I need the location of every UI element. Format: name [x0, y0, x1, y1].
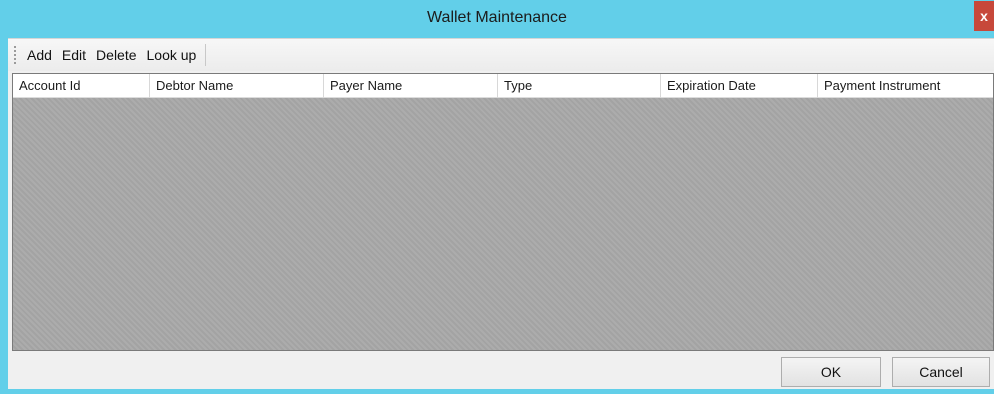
- list-header: Account Id Debtor Name Payer Name Type E…: [13, 74, 993, 98]
- delete-button[interactable]: Delete: [91, 44, 141, 66]
- look-up-button[interactable]: Look up: [142, 44, 202, 66]
- column-header-type[interactable]: Type: [498, 74, 661, 98]
- add-button[interactable]: Add: [22, 44, 57, 66]
- toolbar-separator: [205, 44, 207, 66]
- dialog-body: Add Edit Delete Look up Account Id Debto…: [8, 38, 994, 389]
- close-button[interactable]: x: [974, 1, 994, 31]
- wallet-list[interactable]: Account Id Debtor Name Payer Name Type E…: [12, 73, 994, 351]
- column-header-payment-instrument[interactable]: Payment Instrument: [818, 74, 993, 98]
- edit-button[interactable]: Edit: [57, 44, 91, 66]
- title-bar[interactable]: Wallet Maintenance x: [0, 0, 994, 38]
- column-header-account-id[interactable]: Account Id: [13, 74, 150, 98]
- column-header-payer-name[interactable]: Payer Name: [324, 74, 498, 98]
- button-bar: OK Cancel: [8, 351, 994, 389]
- ok-button[interactable]: OK: [781, 357, 881, 387]
- toolbar-grip-icon[interactable]: [14, 46, 22, 64]
- column-header-debtor-name[interactable]: Debtor Name: [150, 74, 324, 98]
- window-title: Wallet Maintenance: [427, 9, 567, 26]
- toolbar: Add Edit Delete Look up: [8, 39, 994, 71]
- list-body[interactable]: [13, 98, 993, 350]
- wallet-maintenance-window: Wallet Maintenance x Add Edit Delete Loo…: [0, 0, 994, 394]
- column-header-expiration-date[interactable]: Expiration Date: [661, 74, 818, 98]
- cancel-button[interactable]: Cancel: [892, 357, 990, 387]
